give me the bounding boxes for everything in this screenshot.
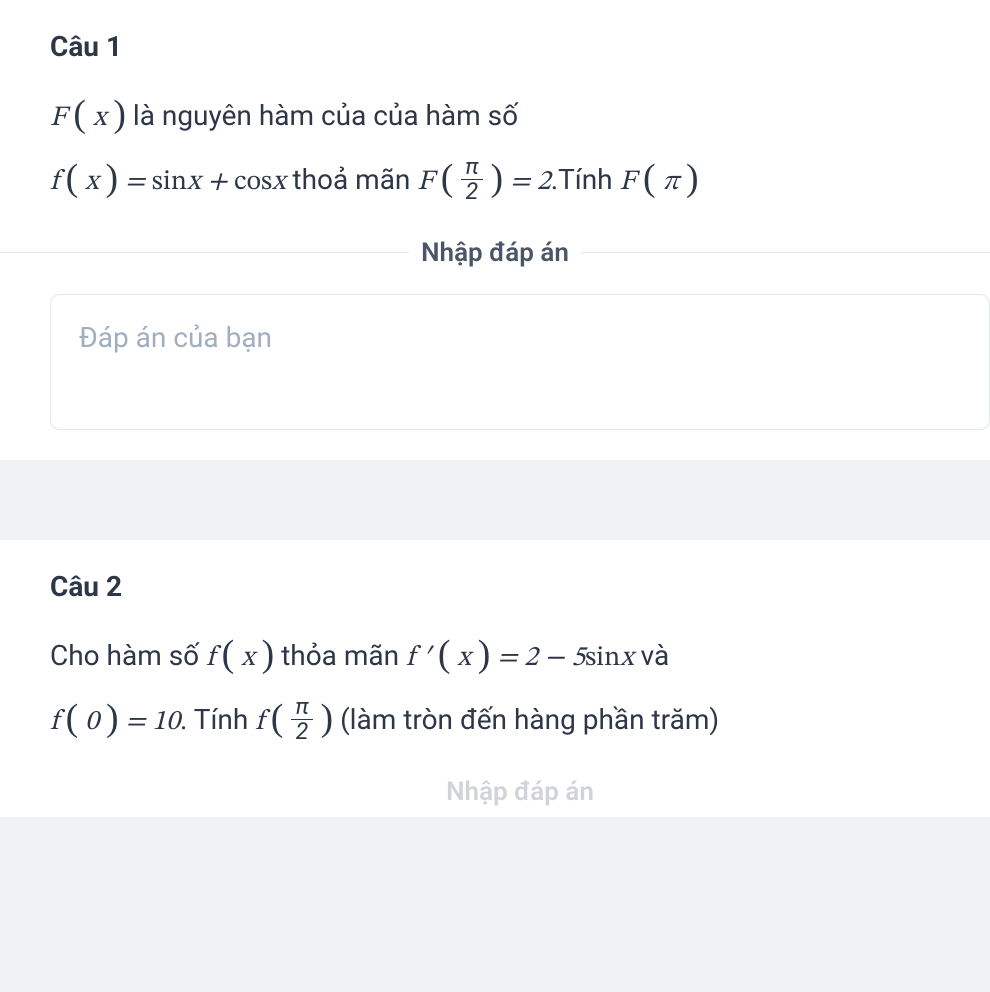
text-segment: thoả mãn [292,163,417,196]
eq: = 10 [125,708,179,736]
paren-close: ) [321,697,334,739]
paren-open: ( [643,157,656,199]
paren-open: ( [438,633,451,675]
math-F: F [50,104,66,132]
math-fprime: f ′ [406,644,431,672]
numerator: π [291,695,312,719]
paren-open: ( [73,93,86,135]
math-pi: π [663,168,680,196]
math-f: f [206,644,215,672]
math-f: f [255,708,264,736]
math-x: x [187,168,200,196]
paren-open: ( [222,633,235,675]
question-1-card: Câu 1 F ( x ) là nguyên hàm của của hàm … [0,0,990,460]
answer-input[interactable]: Đáp án của bạn [50,294,990,430]
question-1-body: F ( x ) là nguyên hàm của của hàm số f (… [50,81,990,210]
sin: sin [585,644,620,672]
paren-open: ( [66,157,79,199]
paren-close: ) [491,157,504,199]
question-2-title: Câu 2 [50,570,990,603]
paren-close: ) [686,157,699,199]
text-segment: (làm tròn đến hàng phần trăm) [340,703,719,736]
numerator: π [461,155,482,179]
eq: = 2 − 5 [497,644,585,672]
question-1-title: Câu 1 [50,30,990,63]
text-segment: . Tính [180,703,255,736]
paren-close: ) [105,157,118,199]
cos: cos [234,168,272,196]
text-segment: thỏa mãn [281,639,406,672]
question-2-body: Cho hàm số f ( x ) thỏa mãn f ′ ( x ) = … [50,621,990,750]
math-x: x [457,644,470,672]
question-2-card: Câu 2 Cho hàm số f ( x ) thỏa mãn f ′ ( … [0,540,990,818]
paren-open: ( [66,697,79,739]
divider-line [0,252,409,253]
paren-close: ) [113,93,126,135]
denominator: 2 [291,719,312,744]
math-x: x [272,168,285,196]
text-segment: .Tính [551,163,620,196]
fraction-pi-over-2: π 2 [461,155,482,204]
denominator: 2 [461,179,482,204]
math-x: x [85,168,98,196]
math-zero: 0 [85,708,99,736]
math-F: F [417,168,433,196]
math-x: x [241,644,254,672]
plus: + [207,168,234,196]
card-gap [0,500,990,540]
math-x: x [93,104,106,132]
paren-close: ) [478,633,491,675]
divider-label: Nhập đáp án [421,238,569,268]
bottom-hint-partial: Nhập đáp án [50,777,990,807]
paren-open: ( [271,697,284,739]
answer-divider: Nhập đáp án [50,238,990,268]
text-segment: và [641,639,670,672]
sin: sin [152,168,187,196]
eq: = 2 [510,168,551,196]
bottom-hint-text: Nhập đáp án [446,777,594,807]
answer-placeholder: Đáp án của bạn [79,321,272,354]
math-f: f [50,168,59,196]
divider-line [581,252,990,253]
text-segment: Cho hàm số [50,639,206,672]
fraction-pi-over-2: π 2 [291,695,312,744]
math-x: x [620,644,633,672]
paren-open: ( [441,157,454,199]
text-segment: là nguyên hàm của của hàm số [133,99,518,132]
math-F: F [620,168,636,196]
paren-close: ) [262,633,275,675]
math-f: f [50,708,59,736]
paren-close: ) [106,697,119,739]
eq: = [125,168,152,196]
